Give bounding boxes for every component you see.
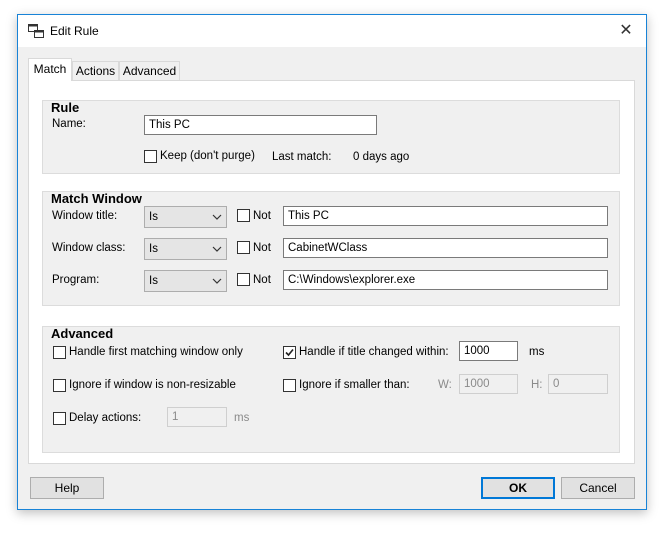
window-class-not-checkbox[interactable] (237, 241, 250, 254)
program-not-label: Not (253, 274, 271, 286)
title-bar[interactable]: Edit Rule ✕ (18, 15, 646, 47)
last-match-label: Last match: (272, 151, 332, 163)
window-class-label: Window class: (52, 242, 126, 254)
tab-advanced[interactable]: Advanced (119, 61, 180, 80)
window-title-not-checkbox[interactable] (237, 209, 250, 222)
tab-actions[interactable]: Actions (72, 61, 119, 80)
program-label: Program: (52, 274, 100, 286)
match-window-group-title: Match Window (51, 191, 142, 206)
advanced-group: Advanced Handle first matching window on… (42, 326, 620, 453)
keep-label: Keep (don't purge) (160, 150, 255, 162)
ok-button[interactable]: OK (481, 477, 555, 499)
app-icon (28, 24, 44, 38)
delay-actions-checkbox[interactable] (53, 412, 66, 425)
window-title-operator-select[interactable]: Is (144, 206, 227, 228)
window-title-label: Window title: (52, 210, 118, 222)
program-operator-value: Is (149, 275, 158, 287)
window-title-field[interactable]: This PC (283, 206, 608, 226)
match-tab-panel: Rule Name: This PC Keep (don't purge) La… (28, 80, 635, 464)
window-class-field[interactable]: CabinetWClass (283, 238, 608, 258)
window-title-not-label: Not (253, 210, 271, 222)
program-field[interactable]: C:\Windows\explorer.exe (283, 270, 608, 290)
title-changed-label: Handle if title changed within: (299, 346, 449, 358)
advanced-group-title: Advanced (51, 326, 114, 341)
delay-actions-label: Delay actions: (69, 412, 142, 424)
delay-unit: ms (234, 412, 250, 424)
close-icon[interactable]: ✕ (606, 15, 646, 47)
title-changed-ms-field[interactable]: 1000 (459, 341, 518, 361)
window-class-not-label: Not (253, 242, 271, 254)
program-operator-select[interactable]: Is (144, 270, 227, 292)
window-title: Edit Rule (50, 24, 99, 38)
title-changed-unit: ms (529, 346, 545, 358)
non-resizable-label: Ignore if window is non-resizable (69, 379, 236, 391)
rule-group-title: Rule (51, 100, 80, 115)
height-label: H: (531, 379, 543, 391)
smaller-than-label: Ignore if smaller than: (299, 379, 410, 391)
window-class-operator-value: Is (149, 243, 158, 255)
min-height-field[interactable]: 0 (548, 374, 608, 394)
program-not-checkbox[interactable] (237, 273, 250, 286)
min-width-field[interactable]: 1000 (459, 374, 518, 394)
delay-ms-field[interactable]: 1 (167, 407, 227, 427)
keep-checkbox[interactable] (144, 150, 157, 163)
first-match-label: Handle first matching window only (69, 346, 243, 358)
edit-rule-dialog: Edit Rule ✕ Match Actions Advanced Rule … (17, 14, 647, 510)
help-button[interactable]: Help (30, 477, 104, 499)
name-field[interactable]: This PC (144, 115, 377, 135)
width-label: W: (438, 379, 452, 391)
cancel-button[interactable]: Cancel (561, 477, 635, 499)
rule-group: Rule Name: This PC Keep (don't purge) La… (42, 100, 620, 174)
last-match-value: 0 days ago (353, 151, 410, 163)
window-class-operator-select[interactable]: Is (144, 238, 227, 260)
window-title-operator-value: Is (149, 211, 158, 223)
smaller-than-checkbox[interactable] (283, 379, 296, 392)
title-changed-checkbox[interactable] (283, 346, 296, 359)
non-resizable-checkbox[interactable] (53, 379, 66, 392)
chevron-down-icon (211, 208, 223, 226)
chevron-down-icon (211, 240, 223, 258)
first-match-checkbox[interactable] (53, 346, 66, 359)
tab-match[interactable]: Match (28, 58, 72, 81)
chevron-down-icon (211, 272, 223, 290)
match-window-group: Match Window Window title: Is Not This P… (42, 191, 620, 306)
checkmark-icon (285, 348, 294, 357)
name-label: Name: (52, 118, 86, 130)
